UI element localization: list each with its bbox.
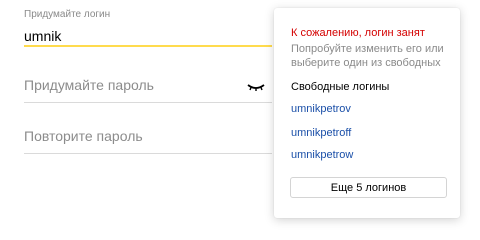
login-field[interactable]: Придумайте логин umnik bbox=[24, 0, 272, 50]
password-input-placeholder[interactable]: Придумайте пароль bbox=[24, 77, 154, 93]
popup-suggestions-title: Свободные логины bbox=[291, 81, 390, 93]
password-input-underline bbox=[24, 102, 272, 103]
repeat-password-input-placeholder[interactable]: Повторите пароль bbox=[24, 128, 143, 144]
popup-error-title: К сожалению, логин занят bbox=[291, 27, 425, 39]
suggested-login-link[interactable]: umnikpetrow bbox=[291, 149, 353, 161]
password-field[interactable]: Придумайте пароль bbox=[24, 60, 272, 105]
login-taken-popup: К сожалению, логин занят Попробуйте изме… bbox=[274, 8, 460, 218]
popup-description: Попробуйте изменить его или выберите оди… bbox=[291, 43, 444, 69]
repeat-password-input-underline bbox=[24, 153, 272, 154]
login-field-label: Придумайте логин bbox=[24, 9, 111, 20]
more-logins-button[interactable]: Еще 5 логинов bbox=[290, 177, 447, 198]
repeat-password-field[interactable]: Повторите пароль bbox=[24, 113, 272, 158]
suggested-login-link[interactable]: umnikpetroff bbox=[291, 127, 351, 139]
eye-closed-icon[interactable] bbox=[246, 82, 266, 92]
login-input-value[interactable]: umnik bbox=[24, 28, 61, 44]
login-input-underline bbox=[24, 45, 272, 47]
suggested-login-link[interactable]: umnikpetrov bbox=[291, 103, 351, 115]
